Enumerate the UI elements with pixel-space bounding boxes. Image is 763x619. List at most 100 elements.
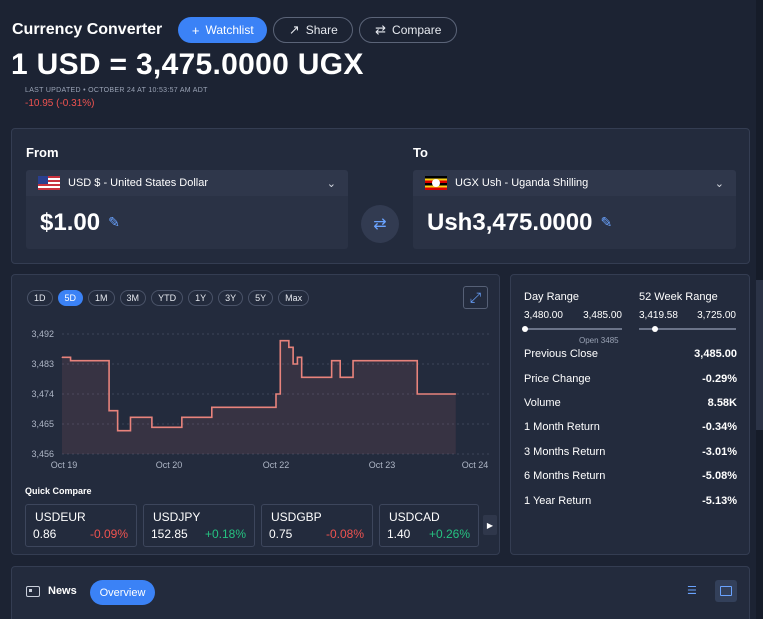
stat-label: Previous Close: [524, 348, 598, 360]
price-point: [147, 416, 149, 418]
list-view-icon[interactable]: ☰: [687, 584, 703, 598]
from-currency-select[interactable]: USD $ - United States Dollar ⌄: [26, 170, 348, 196]
compare-button[interactable]: ⇄ Compare: [359, 17, 458, 43]
expand-chart-button[interactable]: ⤢: [463, 286, 488, 309]
range-button-max[interactable]: Max: [278, 290, 310, 306]
x-tick-label: Oct 23: [369, 460, 396, 470]
price-point: [416, 393, 418, 395]
stat-label: 6 Months Return: [524, 470, 606, 482]
swap-icon: ⇄: [373, 216, 387, 233]
uganda-flag-icon: [425, 176, 447, 190]
compare-icon: ⇄: [375, 22, 387, 37]
news-panel: News Overview ☰: [11, 566, 750, 619]
stat-label: 1 Year Return: [524, 495, 592, 507]
quick-compare-card[interactable]: USDJPY 152.85 +0.18%: [143, 504, 255, 547]
price-point: [296, 356, 298, 358]
stat-value: -0.29%: [702, 373, 737, 385]
last-updated: LAST UPDATED • OCTOBER 24 AT 10:53:57 AM…: [25, 87, 208, 94]
week52-range-marker: [652, 326, 658, 332]
stat-value: -5.13%: [702, 495, 737, 507]
to-currency-label: UGX Ush - Uganda Shilling: [455, 177, 589, 189]
chevron-right-icon: ▶: [486, 520, 494, 530]
stats-panel: Day Range 52 Week Range 3,480.00 3,485.0…: [510, 274, 750, 555]
us-flag-icon: [38, 176, 60, 190]
plus-icon: +: [191, 22, 200, 38]
converter-panel: From To USD $ - United States Dollar ⌄ $…: [11, 128, 750, 264]
week52-low: 3,419.58: [639, 310, 678, 321]
chevron-down-icon: ⌄: [714, 178, 724, 190]
price-point: [61, 356, 63, 358]
day-range-marker: [522, 326, 528, 332]
week52-range-bar: [639, 326, 736, 332]
day-range-bar: [522, 326, 622, 332]
card-view-icon: [720, 586, 732, 596]
range-button-5d[interactable]: 5D: [57, 290, 84, 306]
range-button-1m[interactable]: 1M: [88, 290, 115, 306]
price-point: [301, 376, 303, 378]
from-label: From: [26, 145, 59, 160]
stat-row: 1 Month Return -0.34%: [524, 421, 737, 433]
range-button-3m[interactable]: 3M: [119, 290, 147, 306]
stat-value: -0.34%: [702, 421, 737, 433]
price-point: [117, 430, 119, 432]
x-tick-label: Oct 24: [462, 460, 489, 470]
range-button-3y[interactable]: 3Y: [218, 290, 244, 306]
stat-row: 1 Year Return -5.13%: [524, 495, 737, 507]
to-currency-select[interactable]: UGX Ush - Uganda Shilling ⌄: [413, 170, 736, 196]
price-point: [275, 393, 277, 395]
quick-compare-card[interactable]: USDGBP 0.75 -0.08%: [261, 504, 373, 547]
rate-change: -10.95 (-0.31%): [25, 98, 95, 109]
price-point: [181, 416, 183, 418]
quick-compare-card[interactable]: USDCAD 1.40 +0.26%: [379, 504, 479, 547]
range-button-1d[interactable]: 1D: [27, 290, 53, 306]
overview-tab[interactable]: Overview: [90, 580, 155, 605]
from-currency-label: USD $ - United States Dollar: [68, 177, 208, 189]
top-bar: Currency Converter + Watchlist ↗ Share ⇄…: [12, 17, 463, 43]
stat-value: 3,485.00: [694, 348, 737, 360]
to-amount-value: Ush3,475.0000: [427, 208, 593, 236]
week52-range-values: 3,419.58 3,725.00: [639, 310, 736, 321]
newspaper-icon: [26, 586, 40, 597]
to-amount-field[interactable]: Ush3,475.0000 ✎: [413, 196, 736, 249]
page-title: Currency Converter: [12, 21, 163, 38]
edit-icon[interactable]: ✎: [108, 214, 120, 231]
scrollbar[interactable]: [756, 0, 763, 619]
price-point: [322, 376, 324, 378]
watchlist-button[interactable]: + Watchlist: [178, 17, 268, 43]
quick-compare-list: USDEUR 0.86 -0.09% USDJPY 152.85 +0.18% USDGBP…: [25, 504, 479, 547]
quick-compare-next-button[interactable]: ▶: [483, 515, 497, 535]
y-tick-label: 3,492: [31, 329, 54, 339]
pair-change: +0.26%: [428, 527, 470, 541]
chevron-down-icon: ⌄: [326, 178, 336, 190]
range-button-5y[interactable]: 5Y: [248, 290, 274, 306]
day-range-values: 3,480.00 3,485.00: [524, 310, 622, 321]
day-high: 3,485.00: [583, 310, 622, 321]
expand-icon: ⤢: [469, 289, 482, 305]
swap-currencies-button[interactable]: ⇄: [361, 205, 399, 243]
price-point: [104, 360, 106, 362]
share-button[interactable]: ↗ Share: [273, 17, 354, 43]
card-view-button[interactable]: [715, 580, 737, 602]
range-button-ytd[interactable]: YTD: [151, 290, 184, 306]
quick-compare-title: Quick Compare: [25, 486, 92, 496]
price-point: [292, 363, 294, 365]
price-point: [305, 376, 307, 378]
price-point: [339, 376, 341, 378]
range-button-1y[interactable]: 1Y: [188, 290, 214, 306]
pair-rate: 0.86: [33, 527, 57, 541]
pair-change: -0.08%: [325, 527, 364, 541]
from-amount-field[interactable]: $1.00 ✎: [26, 196, 348, 249]
price-point: [279, 340, 281, 342]
share-label: Share: [305, 23, 338, 37]
pair-symbol: USDCAD: [389, 510, 440, 524]
stat-value: -5.08%: [702, 470, 737, 482]
quick-compare-card[interactable]: USDEUR 0.86 -0.09%: [25, 504, 137, 547]
price-point: [343, 376, 345, 378]
stat-row: 6 Months Return -5.08%: [524, 470, 737, 482]
scrollbar-thumb[interactable]: [756, 280, 763, 430]
pair-symbol: USDEUR: [35, 510, 86, 524]
y-tick-label: 3,456: [31, 449, 54, 459]
edit-icon[interactable]: ✎: [600, 214, 612, 231]
range-selector: 1D 5D 1M 3M YTD 1Y 3Y 5Y Max: [27, 290, 314, 306]
day-low: 3,480.00: [524, 310, 563, 321]
